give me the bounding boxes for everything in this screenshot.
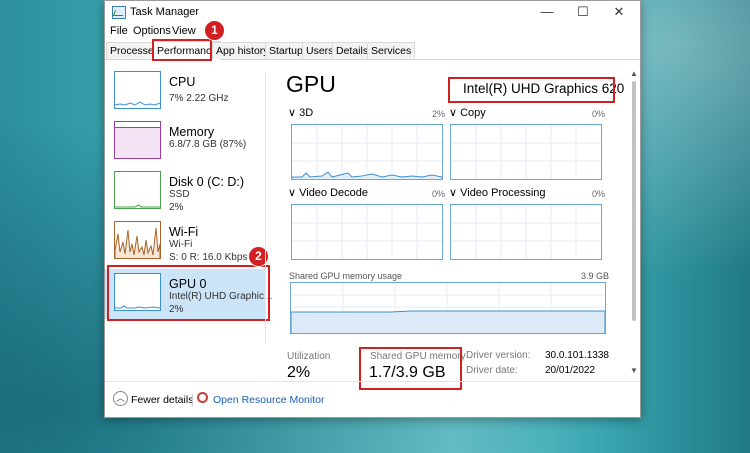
performance-tab-highlight bbox=[152, 39, 212, 61]
engine-copy-pct: 0% bbox=[592, 109, 606, 119]
sidebar-item-detail: SSD bbox=[169, 189, 190, 200]
chevron-down-icon: ∨ bbox=[288, 187, 300, 199]
sidebar-item-detail: 6.8/7.8 GB (87%) bbox=[169, 139, 247, 150]
menu-options[interactable]: Options bbox=[133, 25, 171, 37]
engine-3d-title[interactable]: ∨ 3D bbox=[288, 106, 313, 119]
driver-version-value: 30.0.101.1338 bbox=[545, 350, 609, 361]
chevron-down-icon: ∨ bbox=[449, 187, 461, 199]
menu-view[interactable]: View bbox=[172, 25, 196, 37]
memory-thumbnail-graph bbox=[114, 121, 161, 159]
scrollbar-thumb[interactable] bbox=[632, 81, 636, 321]
scroll-up-icon[interactable]: ▲ bbox=[630, 69, 638, 78]
title-bar: Task Manager — ☐ ✕ bbox=[105, 1, 640, 23]
resource-monitor-icon bbox=[197, 392, 208, 403]
open-resource-monitor-link[interactable]: Open Resource Monitor bbox=[213, 394, 324, 406]
engine-3d-graph bbox=[291, 124, 443, 180]
page-title: GPU bbox=[286, 71, 336, 97]
maximize-button[interactable]: ☐ bbox=[565, 1, 601, 23]
engine-copy-label: Copy bbox=[460, 107, 486, 119]
chevron-down-icon: ∨ bbox=[449, 107, 461, 119]
footer-divider bbox=[192, 394, 193, 406]
utilization-value: 2% bbox=[287, 364, 311, 381]
tab-startup[interactable]: Startup bbox=[265, 42, 307, 59]
engine-video-decode-graph bbox=[291, 204, 443, 260]
engine-video-decode-pct: 0% bbox=[432, 189, 446, 199]
driver-date-label: Driver date: bbox=[466, 365, 518, 376]
sidebar-item-label: Disk 0 (C: D:) bbox=[169, 175, 244, 189]
engine-video-processing-label: Video Processing bbox=[460, 187, 546, 199]
driver-date-value: 20/01/2022 bbox=[545, 365, 596, 376]
shared-memory-usage-label: Shared GPU memory usage bbox=[289, 271, 403, 281]
sidebar-item-wifi[interactable]: Wi-Fi Wi-Fi S: 0 R: 16.0 Kbps bbox=[105, 217, 265, 267]
menu-file[interactable]: File bbox=[110, 25, 128, 37]
wifi-thumbnail-graph bbox=[114, 221, 161, 259]
chevron-down-icon: ∨ bbox=[288, 107, 300, 119]
engine-copy-graph bbox=[450, 124, 602, 180]
shared-memory-usage-max: 3.9 GB bbox=[581, 271, 610, 281]
task-manager-window: Task Manager — ☐ ✕ File Options View Pro… bbox=[104, 0, 641, 418]
sidebar-item-label: CPU bbox=[169, 75, 196, 89]
sidebar-item-detail: 7% 2.22 GHz bbox=[169, 93, 229, 104]
engine-video-processing-graph bbox=[450, 204, 602, 260]
engine-3d-label: 3D bbox=[299, 107, 314, 119]
panel-divider bbox=[265, 73, 266, 343]
disk-thumbnail-graph bbox=[114, 171, 161, 209]
sidebar-item-memory[interactable]: Memory 6.8/7.8 GB (87%) bbox=[105, 117, 265, 167]
sidebar-item-label: Memory bbox=[169, 125, 215, 139]
engine-video-decode-label: Video Decode bbox=[299, 187, 369, 199]
utilization-label: Utilization bbox=[287, 351, 331, 362]
engine-video-decode-title[interactable]: ∨ Video Decode bbox=[288, 186, 368, 199]
driver-version-label: Driver version: bbox=[466, 350, 531, 361]
close-button[interactable]: ✕ bbox=[601, 1, 637, 23]
shared-memory-usage-graph bbox=[290, 282, 606, 334]
fewer-details-button[interactable]: Fewer details bbox=[131, 394, 193, 406]
scroll-down-icon[interactable]: ▼ bbox=[630, 366, 638, 375]
sidebar-item-label: Wi-Fi bbox=[169, 225, 199, 239]
tab-services[interactable]: Services bbox=[367, 42, 416, 59]
footer-bar: ︿ Fewer details Open Resource Monitor bbox=[105, 381, 640, 418]
sidebar-item-cpu[interactable]: CPU 7% 2.22 GHz bbox=[105, 67, 265, 117]
cpu-thumbnail-graph bbox=[114, 71, 161, 109]
tab-app-history[interactable]: App history bbox=[212, 42, 273, 59]
window-title: Task Manager bbox=[130, 6, 200, 18]
engine-video-processing-pct: 0% bbox=[592, 189, 606, 199]
sidebar-item-usage: 2% bbox=[169, 202, 184, 213]
gpu-name-highlight bbox=[448, 77, 615, 103]
task-manager-icon bbox=[112, 6, 126, 19]
step-badge-1: 1 bbox=[204, 20, 225, 41]
engine-3d-pct: 2% bbox=[432, 109, 446, 119]
engine-video-processing-title[interactable]: ∨ Video Processing bbox=[449, 186, 546, 199]
sidebar-item-detail: Wi-Fi bbox=[169, 239, 193, 250]
engine-copy-title[interactable]: ∨ Copy bbox=[449, 106, 486, 119]
vertical-scrollbar[interactable]: ▲ ▼ bbox=[628, 61, 640, 379]
chevron-up-icon[interactable]: ︿ bbox=[113, 391, 128, 406]
sidebar-item-throughput: S: 0 R: 16.0 Kbps bbox=[169, 252, 248, 263]
gpu-sidebar-highlight bbox=[107, 265, 270, 321]
minimize-button[interactable]: — bbox=[529, 1, 565, 23]
sidebar-item-disk[interactable]: Disk 0 (C: D:) SSD 2% bbox=[105, 167, 265, 217]
